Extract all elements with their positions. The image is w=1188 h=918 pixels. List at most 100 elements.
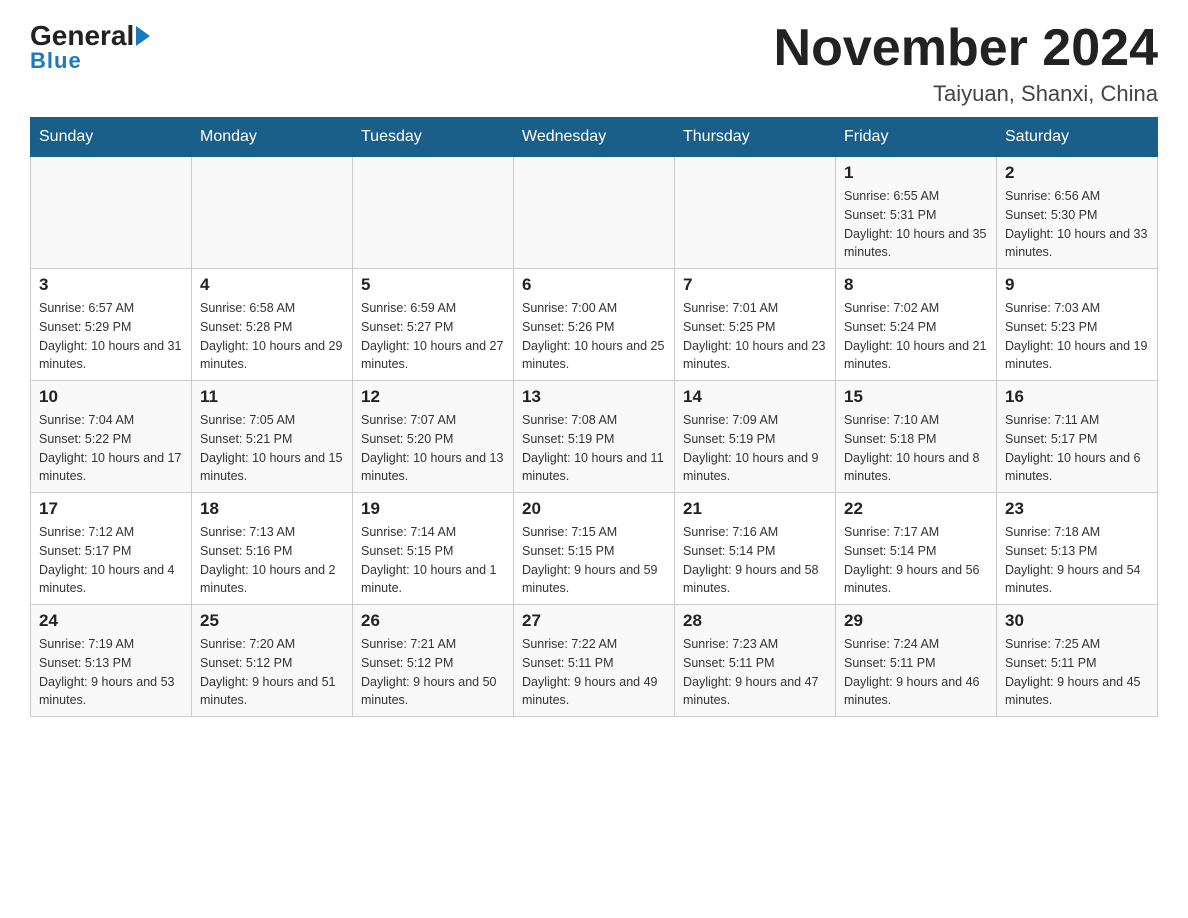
day-number: 19 [361,499,505,519]
day-info: Sunrise: 7:05 AMSunset: 5:21 PMDaylight:… [200,411,344,486]
day-number: 5 [361,275,505,295]
day-info: Sunrise: 7:07 AMSunset: 5:20 PMDaylight:… [361,411,505,486]
day-number: 23 [1005,499,1149,519]
day-info: Sunrise: 7:02 AMSunset: 5:24 PMDaylight:… [844,299,988,374]
page-header: General Blue November 2024 Taiyuan, Shan… [30,20,1158,107]
day-info: Sunrise: 6:59 AMSunset: 5:27 PMDaylight:… [361,299,505,374]
header-saturday: Saturday [997,118,1158,157]
calendar-day: 19Sunrise: 7:14 AMSunset: 5:15 PMDayligh… [353,493,514,605]
calendar-day: 25 Sunrise: 7:20 AMSunset: 5:12 PMDayligh… [192,605,353,717]
calendar-week-3: 10 Sunrise: 7:04 AMSunset: 5:22 PMDayligh… [31,381,1158,493]
day-number: 17 [39,499,183,519]
calendar-day [192,157,353,269]
calendar-day: 27 Sunrise: 7:22 AMSunset: 5:11 PMDayligh… [514,605,675,717]
day-info: Sunrise: 6:56 AMSunset: 5:30 PMDaylight:… [1005,187,1149,262]
calendar-day: 16 Sunrise: 7:11 AMSunset: 5:17 PMDayligh… [997,381,1158,493]
day-info: Sunrise: 7:15 AMSunset: 5:15 PMDaylight:… [522,523,666,598]
day-number: 21 [683,499,827,519]
day-number: 12 [361,387,505,407]
day-number: 9 [1005,275,1149,295]
calendar-week-2: 3 Sunrise: 6:57 AMSunset: 5:29 PMDaylight… [31,269,1158,381]
calendar-day [353,157,514,269]
calendar-day: 11 Sunrise: 7:05 AMSunset: 5:21 PMDayligh… [192,381,353,493]
calendar-day: 1Sunrise: 6:55 AMSunset: 5:31 PMDaylight… [836,157,997,269]
day-number: 18 [200,499,344,519]
day-info: Sunrise: 7:03 AMSunset: 5:23 PMDaylight:… [1005,299,1149,374]
calendar-day: 4Sunrise: 6:58 AMSunset: 5:28 PMDaylight… [192,269,353,381]
calendar-day: 18 Sunrise: 7:13 AMSunset: 5:16 PMDayligh… [192,493,353,605]
header-sunday: Sunday [31,118,192,157]
calendar-day: 20 Sunrise: 7:15 AMSunset: 5:15 PMDayligh… [514,493,675,605]
calendar-day [675,157,836,269]
calendar-day: 10 Sunrise: 7:04 AMSunset: 5:22 PMDayligh… [31,381,192,493]
day-info: Sunrise: 7:19 AMSunset: 5:13 PMDaylight:… [39,635,183,710]
calendar-day: 12 Sunrise: 7:07 AMSunset: 5:20 PMDayligh… [353,381,514,493]
day-info: Sunrise: 7:20 AMSunset: 5:12 PMDaylight:… [200,635,344,710]
calendar-day: 17 Sunrise: 7:12 AMSunset: 5:17 PMDayligh… [31,493,192,605]
calendar-day: 3 Sunrise: 6:57 AMSunset: 5:29 PMDaylight… [31,269,192,381]
day-number: 10 [39,387,183,407]
day-info: Sunrise: 7:09 AMSunset: 5:19 PMDaylight:… [683,411,827,486]
day-number: 29 [844,611,988,631]
day-number: 14 [683,387,827,407]
header-wednesday: Wednesday [514,118,675,157]
day-info: Sunrise: 7:16 AMSunset: 5:14 PMDaylight:… [683,523,827,598]
calendar-day [31,157,192,269]
day-info: Sunrise: 7:08 AMSunset: 5:19 PMDaylight:… [522,411,666,486]
calendar-week-5: 24Sunrise: 7:19 AMSunset: 5:13 PMDayligh… [31,605,1158,717]
logo: General Blue [30,20,150,74]
header-thursday: Thursday [675,118,836,157]
calendar-day: 13 Sunrise: 7:08 AMSunset: 5:19 PMDayligh… [514,381,675,493]
calendar-day: 5 Sunrise: 6:59 AMSunset: 5:27 PMDaylight… [353,269,514,381]
day-info: Sunrise: 7:01 AMSunset: 5:25 PMDaylight:… [683,299,827,374]
day-number: 11 [200,387,344,407]
day-info: Sunrise: 7:24 AMSunset: 5:11 PMDaylight:… [844,635,988,710]
calendar-day: 2 Sunrise: 6:56 AMSunset: 5:30 PMDaylight… [997,157,1158,269]
day-number: 25 [200,611,344,631]
day-number: 1 [844,163,988,183]
day-number: 6 [522,275,666,295]
day-info: Sunrise: 7:23 AMSunset: 5:11 PMDaylight:… [683,635,827,710]
day-number: 27 [522,611,666,631]
day-number: 2 [1005,163,1149,183]
day-info: Sunrise: 7:12 AMSunset: 5:17 PMDaylight:… [39,523,183,598]
calendar-day: 29 Sunrise: 7:24 AMSunset: 5:11 PMDayligh… [836,605,997,717]
day-number: 3 [39,275,183,295]
calendar-day: 28 Sunrise: 7:23 AMSunset: 5:11 PMDayligh… [675,605,836,717]
calendar-week-4: 17 Sunrise: 7:12 AMSunset: 5:17 PMDayligh… [31,493,1158,605]
title-area: November 2024 Taiyuan, Shanxi, China [774,20,1158,107]
calendar-day: 14 Sunrise: 7:09 AMSunset: 5:19 PMDayligh… [675,381,836,493]
day-info: Sunrise: 7:22 AMSunset: 5:11 PMDaylight:… [522,635,666,710]
day-number: 20 [522,499,666,519]
calendar-day: 8 Sunrise: 7:02 AMSunset: 5:24 PMDaylight… [836,269,997,381]
calendar-day: 26 Sunrise: 7:21 AMSunset: 5:12 PMDayligh… [353,605,514,717]
day-number: 22 [844,499,988,519]
day-number: 13 [522,387,666,407]
day-info: Sunrise: 6:57 AMSunset: 5:29 PMDaylight:… [39,299,183,374]
day-number: 28 [683,611,827,631]
day-number: 26 [361,611,505,631]
day-info: Sunrise: 7:21 AMSunset: 5:12 PMDaylight:… [361,635,505,710]
logo-blue: Blue [30,48,82,74]
day-info: Sunrise: 7:04 AMSunset: 5:22 PMDaylight:… [39,411,183,486]
day-number: 8 [844,275,988,295]
calendar-header-row: Sunday Monday Tuesday Wednesday Thursday… [31,118,1158,157]
logo-arrow-icon [136,26,150,46]
day-info: Sunrise: 7:13 AMSunset: 5:16 PMDaylight:… [200,523,344,598]
day-number: 15 [844,387,988,407]
calendar-day: 23Sunrise: 7:18 AMSunset: 5:13 PMDayligh… [997,493,1158,605]
calendar-day: 15 Sunrise: 7:10 AMSunset: 5:18 PMDayligh… [836,381,997,493]
day-info: Sunrise: 6:58 AMSunset: 5:28 PMDaylight:… [200,299,344,374]
day-info: Sunrise: 7:00 AMSunset: 5:26 PMDaylight:… [522,299,666,374]
calendar-day: 30Sunrise: 7:25 AMSunset: 5:11 PMDayligh… [997,605,1158,717]
day-number: 16 [1005,387,1149,407]
day-info: Sunrise: 7:11 AMSunset: 5:17 PMDaylight:… [1005,411,1149,486]
calendar-day: 21 Sunrise: 7:16 AMSunset: 5:14 PMDayligh… [675,493,836,605]
month-title: November 2024 [774,20,1158,77]
day-info: Sunrise: 7:10 AMSunset: 5:18 PMDaylight:… [844,411,988,486]
calendar-day: 6 Sunrise: 7:00 AMSunset: 5:26 PMDaylight… [514,269,675,381]
calendar-day: 7Sunrise: 7:01 AMSunset: 5:25 PMDaylight… [675,269,836,381]
calendar-day: 24Sunrise: 7:19 AMSunset: 5:13 PMDayligh… [31,605,192,717]
location-subtitle: Taiyuan, Shanxi, China [774,81,1158,107]
day-info: Sunrise: 7:17 AMSunset: 5:14 PMDaylight:… [844,523,988,598]
